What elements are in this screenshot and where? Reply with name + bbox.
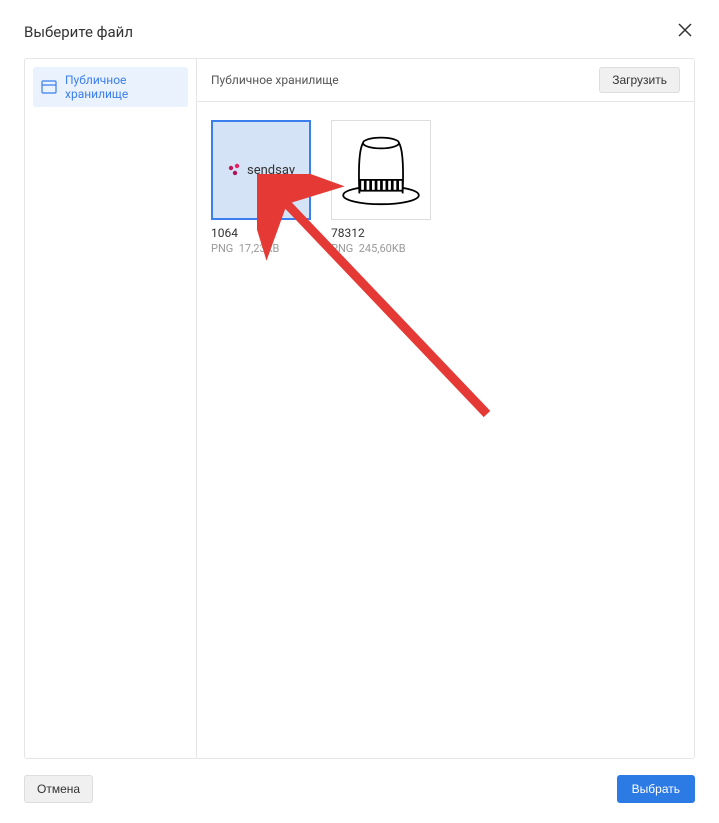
file-size: 17,23KB [239,242,280,255]
close-icon [677,21,693,43]
close-button[interactable] [675,20,695,44]
storage-icon [41,79,57,95]
file-name: 1064 [211,226,311,240]
file-name: 78312 [331,226,431,240]
sidebar: Публичное хранилище [25,59,197,758]
file-type: PNG [211,242,233,255]
file-type: PNG [331,242,353,255]
file-item[interactable]: sendsay 1064 PNG 17,23KB [211,120,311,255]
upload-button[interactable]: Загрузить [599,67,680,93]
select-button[interactable]: Выбрать [617,775,695,803]
thumb-text: sendsay [247,163,295,178]
file-grid: sendsay 1064 PNG 17,23KB [197,102,694,273]
file-size: 245,60KB [359,242,406,255]
dialog-footer: Отмена Выбрать [24,759,695,803]
sendsay-dots-icon [227,162,243,178]
sidebar-item-label: Публичное хранилище [65,73,180,101]
file-meta: PNG 17,23KB [211,242,311,255]
hat-icon [336,125,426,215]
file-item[interactable]: 78312 PNG 245,60KB [331,120,431,255]
main-header: Публичное хранилище Загрузить [197,59,694,102]
sendsay-logo: sendsay [227,162,295,178]
sidebar-item-public-storage[interactable]: Публичное хранилище [33,67,188,107]
main-panel: Публичное хранилище Загрузить [197,59,694,758]
cancel-button[interactable]: Отмена [24,775,93,803]
file-picker-dialog: Выберите файл Публичное хранилище Публич… [0,0,719,823]
dialog-title: Выберите файл [24,23,133,41]
dialog-header: Выберите файл [24,20,695,44]
file-thumbnail [331,120,431,220]
file-thumbnail: sendsay [211,120,311,220]
file-meta: PNG 245,60KB [331,242,431,255]
dialog-body: Публичное хранилище Публичное хранилище … [24,58,695,759]
breadcrumb: Публичное хранилище [211,73,339,87]
